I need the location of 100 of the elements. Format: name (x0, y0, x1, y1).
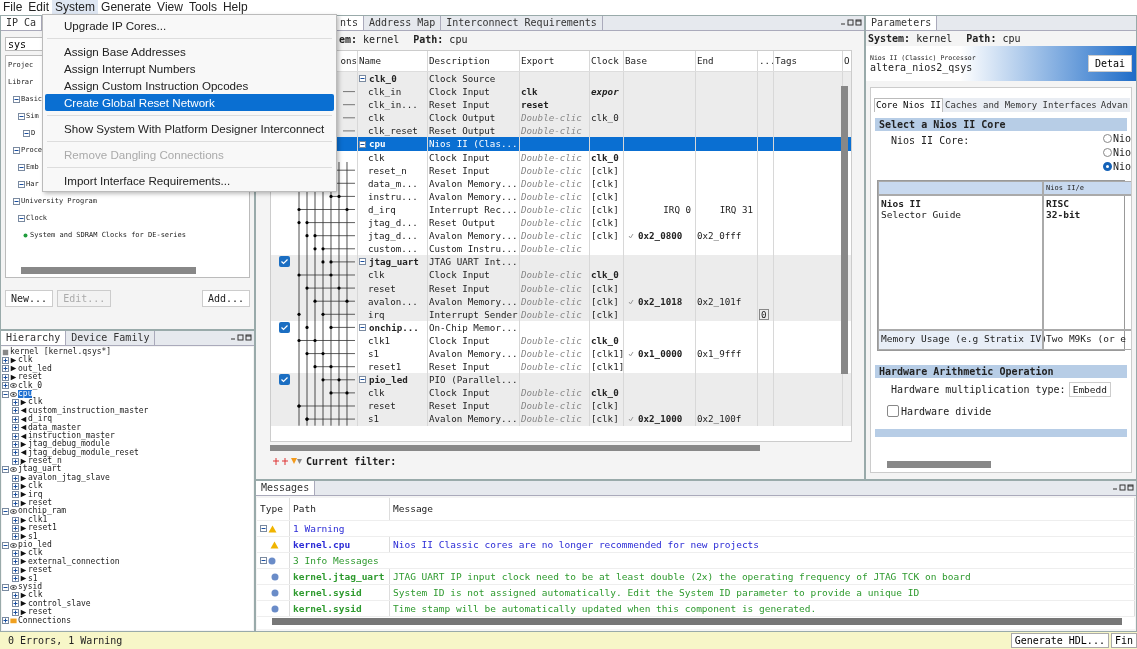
table-cell: Custom Instru... (429, 243, 518, 255)
table-cell: clk (368, 387, 385, 399)
table-cell: [clk] (591, 164, 619, 176)
table-cell: [clk] (591, 177, 619, 189)
table-cell: clk_reset (368, 125, 418, 137)
table-cell: 0x1_0000 (638, 347, 683, 359)
table-cell: clk1 (368, 334, 391, 346)
table-cell: Reset Input (429, 164, 490, 176)
table-cell: [clk] (591, 190, 619, 202)
table-cell: clk_0 (591, 151, 619, 163)
table-cell: Reset Output (429, 217, 496, 229)
table-cell: Avalon Memory... (429, 413, 518, 425)
table-cell: custom... (368, 243, 418, 255)
table-cell: 0x2_1000 (638, 413, 683, 425)
status-text: 0 Errors, 1 Warning (8, 635, 123, 646)
table-cell: Clock Input (429, 269, 490, 281)
table-cell: [clk1] (591, 347, 625, 359)
table-cell: [clk] (591, 413, 619, 425)
table-cell: data_m... (368, 177, 418, 189)
table-cell: Avalon Memory... (429, 177, 518, 189)
table-cell: clk_in (368, 86, 402, 98)
table-cell: 0x1_9fff (697, 347, 742, 359)
table-cell: reset_n (368, 164, 407, 176)
message-path: kernel.sysid (293, 586, 362, 600)
table-cell: Clock Input (429, 334, 490, 346)
table-cell: Clock Input (429, 387, 490, 399)
table-cell: clk_0 (591, 387, 619, 399)
table-cell: s1 (368, 347, 380, 359)
table-cell: reset (368, 282, 396, 294)
table-cell: clk_0 (369, 72, 397, 86)
table-cell: clk_0 (591, 269, 619, 281)
path-label: Path: cpu (413, 34, 468, 45)
field-label: Nios II Core: (891, 135, 970, 146)
table-cell: Nios II (Clas... (427, 137, 519, 151)
table-cell: [clk] (591, 282, 619, 294)
message-text: Time stamp will be automatically updated when this component is generated. (393, 602, 817, 616)
filter-label: Current filter: (306, 456, 397, 467)
table-cell: Interrupt Sender (429, 308, 518, 320)
table-cell: jtag_uart (369, 255, 419, 269)
table-cell: clk (368, 269, 385, 281)
table-cell: Avalon Memory... (429, 190, 518, 202)
table-cell: Avalon Memory... (429, 347, 518, 359)
table-cell: [clk1] (591, 361, 625, 373)
table-cell: Nios II Selector Guide (878, 195, 1043, 330)
message-text: JTAG UART IP input clock need to be at least double (2x) the operating frequency of JTAG TCK on board (393, 570, 971, 584)
table-cell: irq (368, 308, 385, 320)
table-cell: avalon... (368, 295, 418, 307)
table-cell: reset (368, 400, 396, 412)
table-cell: instru... (368, 190, 418, 202)
table-cell: Interrupt Rec... (429, 203, 518, 215)
table-cell: expor (591, 86, 619, 98)
table-cell: Two M9Ks (or e (1043, 330, 1131, 350)
message-path: kernel.cpu (293, 538, 351, 552)
table-cell: 0x2_0800 (638, 230, 683, 242)
table-cell: d_irq (368, 203, 396, 215)
message-path: kernel.jtag_uart (293, 570, 385, 584)
table-cell: pio_led (369, 373, 408, 387)
table-cell: jtag_d... (368, 217, 418, 229)
system-label: System: kernel (868, 33, 953, 44)
table-cell: Reset Input (429, 361, 490, 373)
table-cell: 0x2_100f (697, 413, 742, 425)
message-text: System ID is not assigned automatically. Edit the System ID parameter to provide a unique ID (393, 586, 920, 600)
table-cell: s1 (368, 413, 380, 425)
table-cell: RISC 32-bit (1043, 195, 1131, 330)
table-cell: Reset Output (429, 125, 496, 137)
system-label: em: kernel (339, 34, 400, 45)
table-cell: Avalon Memory... (429, 295, 518, 307)
table-cell: [clk] (591, 308, 619, 320)
table-cell: On-Chip Memor... (427, 320, 519, 334)
table-cell: reset1 (368, 361, 402, 373)
table-cell: clk_0 (591, 334, 619, 346)
path-label: Path: cpu (966, 33, 1021, 44)
table-cell: Reset Input (429, 99, 490, 111)
table-cell: Avalon Memory... (429, 230, 518, 242)
table-cell: [clk] (591, 295, 619, 307)
table-cell: Reset Input (429, 282, 490, 294)
table-cell: clk_0 (591, 112, 619, 124)
message-text: Nios II Classic cores are no longer recommended for new projects (393, 538, 760, 552)
table-cell: cpu (369, 137, 386, 151)
table-cell: 0x2_101f (697, 295, 742, 307)
table-cell: clk_in... (368, 99, 418, 111)
table-cell: IRQ 31 (719, 203, 753, 215)
table-cell: Clock Output (429, 112, 496, 124)
component-name: altera_nios2_qsys (870, 62, 974, 73)
field-label: Hardware multiplication type: (891, 384, 1066, 395)
table-cell: onchip... (369, 320, 419, 334)
table-cell: clk (368, 151, 385, 163)
table-cell: [clk] (591, 217, 619, 229)
table-cell: [clk] (591, 400, 619, 412)
table-cell: 0x2_1018 (638, 295, 683, 307)
table-cell: jtag_d... (368, 230, 418, 242)
table-cell: Reset Input (429, 400, 490, 412)
table-cell: [clk] (591, 203, 619, 215)
table-cell: [clk] (591, 230, 619, 242)
table-cell: IRQ 0 (663, 203, 691, 215)
table-cell: Clock Input (429, 86, 490, 98)
table-cell: 0x2_0fff (697, 230, 742, 242)
table-cell: Clock Input (429, 151, 490, 163)
message-path: kernel.sysid (293, 602, 362, 616)
table-cell: clk (368, 112, 385, 124)
